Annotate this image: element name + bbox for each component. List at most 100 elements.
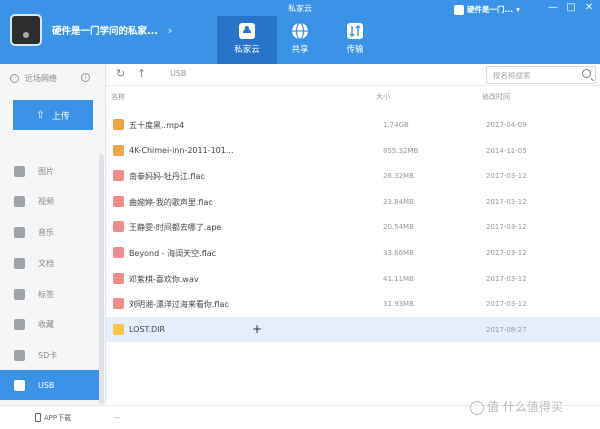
- sidebar-item-music[interactable]: 音乐: [0, 217, 100, 247]
- user-name: 硬件是一门...: [467, 5, 514, 14]
- file-date: 2014-11-05: [486, 146, 527, 155]
- maximize-button[interactable]: □: [562, 2, 580, 13]
- sidebar-item-label: 收藏: [38, 319, 54, 329]
- sidebar-item-label: 图片: [38, 166, 54, 176]
- table-row[interactable]: 南拳妈妈-牡丹江.flac 26.32MB 2017-03-12: [106, 163, 600, 189]
- file-size: 41.11MB: [383, 274, 414, 283]
- sidebar-item-label: 音乐: [38, 227, 54, 237]
- nearby-network[interactable]: 近场网络 i: [10, 70, 102, 86]
- heart-icon: [14, 318, 25, 330]
- chevron-right-icon: ›: [167, 23, 173, 37]
- sidebar-item-label: 标签: [38, 289, 54, 299]
- video-file-icon: [113, 144, 124, 156]
- table-row[interactable]: 刘明湘-漂洋过海来看你.flac 31.93MB 2017-03-12: [106, 291, 600, 317]
- file-name: LOST.DIR: [129, 324, 166, 334]
- table-row[interactable]: 邓紫棋-喜欢你.wav 41.11MB 2017-03-12: [106, 266, 600, 292]
- sidebar-item-usb[interactable]: USB: [0, 370, 100, 400]
- sidebar-item-label: SD卡: [38, 350, 58, 360]
- file-size: 23.84MB: [383, 197, 414, 206]
- file-date: 2017-03-12: [486, 300, 527, 309]
- column-size[interactable]: 大小: [376, 92, 390, 102]
- sidebar-item-documents[interactable]: 文档: [0, 248, 100, 278]
- video-file-icon: [113, 119, 124, 130]
- tag-icon: [14, 288, 25, 300]
- file-size: 26.32MB: [383, 172, 414, 181]
- file-size: 855.32MB: [383, 146, 419, 155]
- minimize-button[interactable]: —: [544, 2, 562, 13]
- file-name: 邓紫棋-喜欢你.wav: [129, 274, 199, 284]
- file-date: 2017-08-27: [486, 325, 527, 334]
- device-selector[interactable]: 硬件是一门学问的私家... ›: [10, 14, 172, 46]
- file-toolbar: ↻ ↑ USB 按名称搜索: [106, 64, 600, 86]
- device-avatar: [10, 14, 42, 46]
- table-row[interactable]: 五十度黑..mp4 1.74GB 2017-04-09: [106, 112, 600, 138]
- watermark-logo-icon: [470, 400, 484, 415]
- table-row[interactable]: 4K-Chimei-inn-2011-101... 855.32MB 2014-…: [106, 138, 600, 164]
- user-menu[interactable]: 硬件是一门... ▾: [454, 4, 520, 15]
- search-icon[interactable]: [582, 69, 591, 78]
- sidebar-item-favorites[interactable]: 收藏: [0, 309, 100, 339]
- upload-button[interactable]: ⇧ 上传: [13, 100, 93, 130]
- transfer-icon: [346, 22, 364, 40]
- user-avatar: [454, 4, 464, 15]
- cloud-icon: [238, 22, 256, 40]
- watermark-text: 值 什么值得买: [487, 400, 563, 414]
- device-name: 硬件是一门学问的私家...: [52, 26, 158, 37]
- folder-icon: [113, 323, 124, 335]
- file-date: 2017-03-12: [486, 172, 527, 181]
- music-file-icon: [113, 195, 124, 207]
- app-download-link[interactable]: APP下载: [0, 405, 106, 429]
- refresh-button[interactable]: ↻: [116, 67, 125, 80]
- watermark: 值 什么值得买: [470, 398, 563, 415]
- file-name: 南拳妈妈-牡丹江.flac: [129, 172, 205, 182]
- file-size: 33.66MB: [383, 248, 414, 257]
- image-icon: [14, 165, 25, 177]
- file-name: 五十度黑..mp4: [129, 121, 185, 130]
- tab-share[interactable]: 共享: [270, 16, 330, 62]
- file-date: 2017-03-12: [486, 197, 527, 206]
- file-name: 4K-Chimei-inn-2011-101...: [129, 145, 234, 155]
- music-file-icon: [113, 272, 124, 284]
- file-size: 1.74GB: [383, 121, 409, 129]
- document-icon: [14, 257, 25, 269]
- file-size: 31.93MB: [383, 300, 414, 309]
- tab-share-label: 共享: [291, 45, 309, 55]
- sidebar-item-sd-card[interactable]: SD卡: [0, 340, 100, 370]
- table-row[interactable]: Beyond - 海阔天空.flac 33.66MB 2017-03-12: [106, 240, 600, 266]
- column-modified[interactable]: 修改时间: [482, 92, 510, 102]
- music-file-icon: [113, 221, 124, 233]
- sidebar: 近场网络 i ⇧ 上传 图片 视频 音乐 文档 标签 收藏 SD卡 USB AP: [0, 64, 106, 429]
- sidebar-item-tags[interactable]: 标签: [0, 279, 100, 309]
- table-row[interactable]: 曲婉婷-我的歌声里.flac 23.84MB 2017-03-12: [106, 189, 600, 215]
- file-date: 2017-03-12: [486, 248, 527, 257]
- add-icon[interactable]: +: [252, 322, 262, 336]
- sidebar-item-label: USB: [38, 380, 55, 390]
- file-name: 王静雯-时间都去哪了.ape: [129, 223, 222, 233]
- app-download-label: APP下载: [43, 413, 72, 422]
- search-input[interactable]: 按名称搜索: [486, 66, 596, 84]
- status-text: --: [114, 413, 120, 422]
- tab-transfer[interactable]: 传输: [325, 16, 385, 62]
- search-placeholder: 按名称搜索: [493, 71, 531, 80]
- sidebar-item-label: 文档: [38, 258, 54, 268]
- sidebar-item-videos[interactable]: 视频: [0, 186, 100, 216]
- chevron-down-icon: ▾: [516, 5, 520, 14]
- network-icon: [10, 73, 19, 83]
- file-name: Beyond - 海阔天空.flac: [129, 248, 217, 258]
- tab-transfer-label: 传输: [346, 45, 364, 55]
- column-name[interactable]: 名称: [111, 92, 125, 102]
- sd-card-icon: [14, 349, 25, 361]
- music-file-icon: [113, 170, 124, 182]
- sidebar-scrollbar[interactable]: [99, 154, 104, 404]
- file-date: 2017-03-12: [486, 274, 527, 283]
- close-button[interactable]: ✕: [580, 2, 598, 13]
- tab-private-cloud[interactable]: 私家云: [217, 16, 277, 64]
- table-row[interactable]: LOST.DIR + 2017-08-27: [106, 316, 600, 343]
- info-icon[interactable]: i: [81, 73, 90, 82]
- sidebar-item-images[interactable]: 图片: [0, 156, 100, 186]
- file-date: 2017-03-12: [486, 223, 527, 232]
- breadcrumb[interactable]: USB: [170, 69, 186, 78]
- up-level-button[interactable]: ↑: [137, 67, 146, 80]
- usb-icon: [14, 379, 25, 391]
- table-row[interactable]: 王静雯-时间都去哪了.ape 20.54MB 2017-03-12: [106, 214, 600, 240]
